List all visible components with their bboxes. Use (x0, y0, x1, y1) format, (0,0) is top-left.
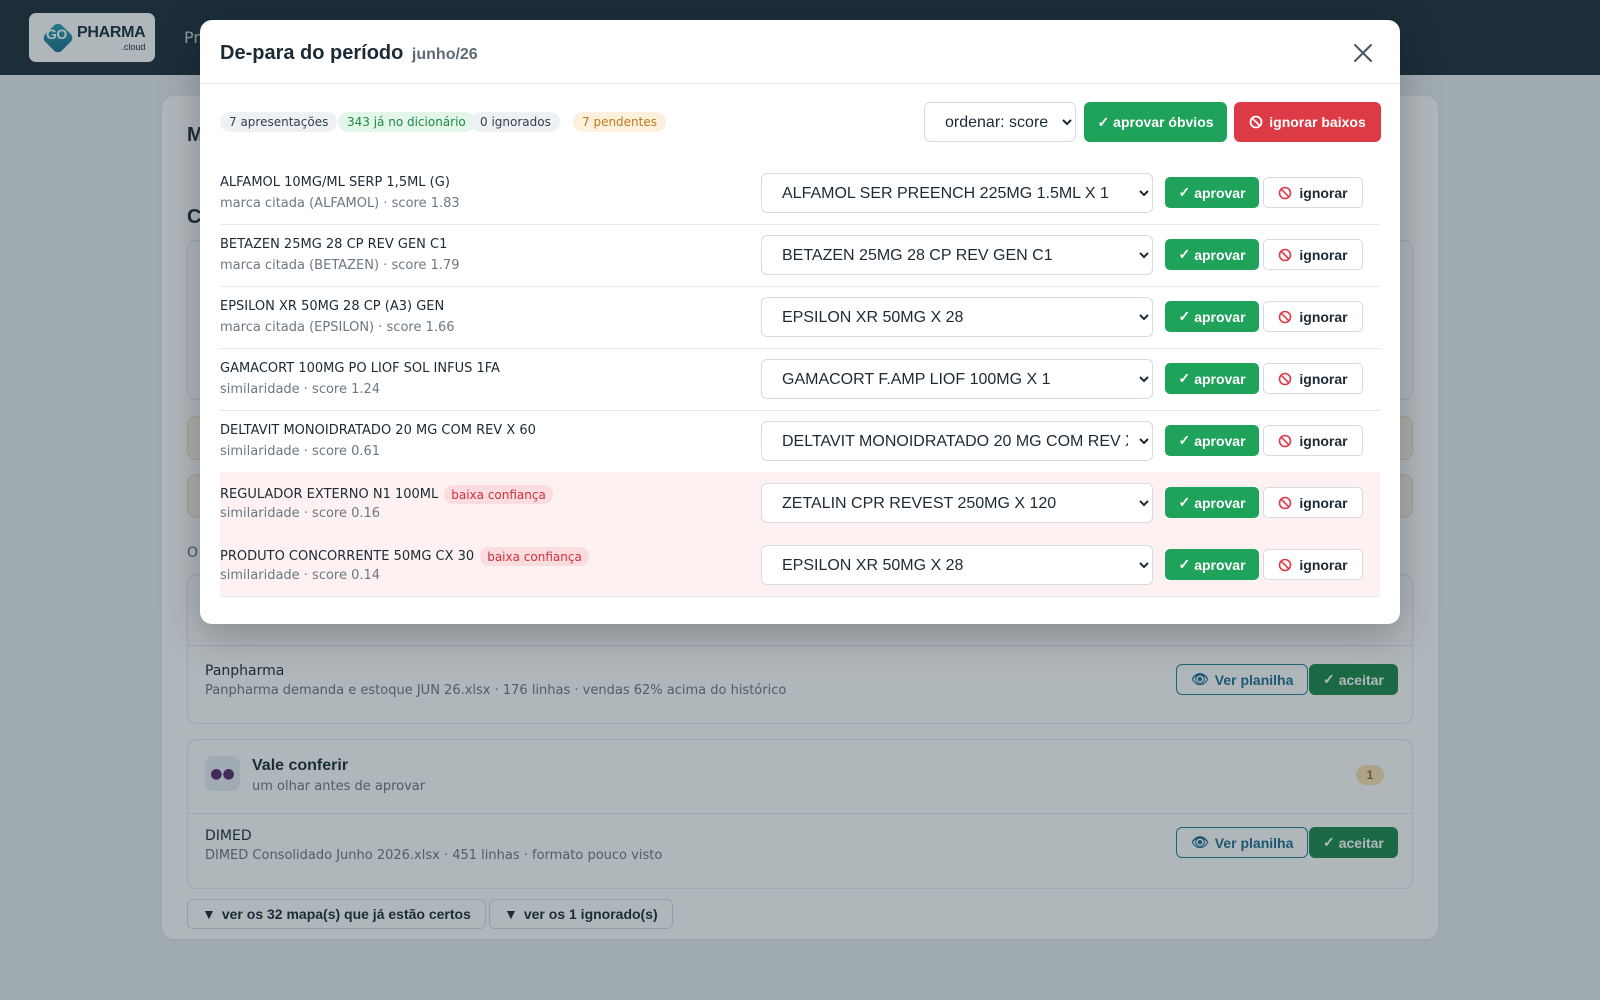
low-confidence-badge: baixa confiança (444, 485, 553, 504)
approve-button[interactable]: ✓ aprovar (1165, 239, 1259, 270)
presentations-chip: 7 apresentações (220, 112, 338, 132)
approve-obvious-button[interactable]: ✓ aprovar óbvios (1084, 102, 1227, 142)
ignore-button[interactable]: ignorar (1263, 301, 1363, 332)
check-icon: ✓ (1178, 556, 1191, 572)
check-icon: ✓ (1178, 370, 1191, 386)
approve-label: aprovar (1194, 246, 1246, 263)
modal-title: De-para do período junho/26 (220, 42, 478, 65)
check-icon: ✓ (1178, 184, 1191, 200)
modal-period: junho/26 (411, 46, 478, 63)
match-select[interactable]: GAMACORT F.AMP LIOF 100MG X 1 (761, 359, 1153, 399)
match-select[interactable]: EPSILON XR 50MG X 28 (761, 297, 1153, 337)
product-name: GAMACORT 100MG PO LIOF SOL INFUS 1FA (220, 361, 500, 376)
match-meta: similaridade · score 1.24 (220, 382, 381, 397)
ignore-button[interactable]: ignorar (1263, 177, 1363, 208)
dictionary-chip: 343 já no dicionário (338, 112, 475, 132)
approve-button[interactable]: ✓ aprovar (1165, 301, 1259, 332)
ignored-chip: 0 ignorados (471, 112, 560, 132)
check-icon: ✓ (1178, 308, 1191, 324)
approve-button[interactable]: ✓ aprovar (1165, 549, 1259, 580)
check-icon: ✓ (1097, 113, 1110, 130)
match-meta: similaridade · score 0.14 (220, 568, 381, 583)
mapping-row: REGULADOR EXTERNO N1 100ML baixa confian… (220, 472, 1380, 535)
sort-select[interactable]: ordenar: score (924, 102, 1076, 142)
match-select[interactable]: ALFAMOL SER PREENCH 225MG 1.5ML X 1 (761, 173, 1153, 213)
approve-obvious-label: aprovar óbvios (1113, 114, 1214, 130)
ignore-label: ignorar (1299, 494, 1348, 511)
approve-label: aprovar (1194, 308, 1246, 325)
approve-label: aprovar (1194, 370, 1246, 387)
approve-button[interactable]: ✓ aprovar (1165, 363, 1259, 394)
ignore-label: ignorar (1299, 370, 1348, 387)
approve-label: aprovar (1194, 184, 1246, 201)
ignore-label: ignorar (1299, 184, 1348, 201)
approve-button[interactable]: ✓ aprovar (1165, 425, 1259, 456)
ignore-low-button[interactable]: ignorar baixos (1234, 102, 1381, 142)
match-select[interactable]: ZETALIN CPR REVEST 250MG X 120 (761, 483, 1153, 523)
match-meta: similaridade · score 0.16 (220, 506, 381, 521)
match-meta: similaridade · score 0.61 (220, 444, 381, 459)
mapping-row: ALFAMOL 10MG/ML SERP 1,5ML (G) marca cit… (220, 162, 1380, 225)
match-meta: marca citada (EPSILON) · score 1.66 (220, 320, 455, 335)
prohibited-icon (1279, 496, 1292, 509)
product-name: EPSILON XR 50MG 28 CP (A3) GEN (220, 299, 445, 314)
match-meta: marca citada (BETAZEN) · score 1.79 (220, 258, 460, 273)
ignore-button[interactable]: ignorar (1263, 425, 1363, 456)
match-select[interactable]: BETAZEN 25MG 28 CP REV GEN C1 (761, 235, 1153, 275)
approve-label: aprovar (1194, 556, 1246, 573)
approve-button[interactable]: ✓ aprovar (1165, 487, 1259, 518)
mapping-row: GAMACORT 100MG PO LIOF SOL INFUS 1FA sim… (220, 348, 1380, 411)
ignore-label: ignorar (1299, 432, 1348, 449)
mapping-row: DELTAVIT MONOIDRATADO 20 MG COM REV X 60… (220, 410, 1380, 473)
product-name: PRODUTO CONCORRENTE 50MG CX 30 (220, 549, 475, 564)
check-icon: ✓ (1178, 494, 1191, 510)
check-icon: ✓ (1178, 432, 1191, 448)
product-name: DELTAVIT MONOIDRATADO 20 MG COM REV X 60 (220, 423, 536, 438)
prohibited-icon (1279, 186, 1292, 199)
ignore-label: ignorar (1299, 308, 1348, 325)
match-meta: marca citada (ALFAMOL) · score 1.83 (220, 196, 460, 211)
close-icon (1354, 44, 1372, 62)
prohibited-icon (1249, 115, 1263, 129)
approve-label: aprovar (1194, 432, 1246, 449)
low-confidence-badge: baixa confiança (480, 547, 589, 566)
mapping-row: EPSILON XR 50MG 28 CP (A3) GEN marca cit… (220, 286, 1380, 349)
pending-chip: 7 pendentes (573, 112, 666, 132)
prohibited-icon (1279, 434, 1292, 447)
match-select[interactable]: DELTAVIT MONOIDRATADO 20 MG COM REV X 60 (761, 421, 1153, 461)
product-name: BETAZEN 25MG 28 CP REV GEN C1 (220, 237, 448, 252)
prohibited-icon (1279, 558, 1292, 571)
approve-label: aprovar (1194, 494, 1246, 511)
prohibited-icon (1279, 310, 1292, 323)
match-select[interactable]: EPSILON XR 50MG X 28 (761, 545, 1153, 585)
prohibited-icon (1279, 372, 1292, 385)
product-name: ALFAMOL 10MG/ML SERP 1,5ML (G) (220, 175, 450, 190)
check-icon: ✓ (1178, 246, 1191, 262)
product-name: REGULADOR EXTERNO N1 100ML (220, 487, 439, 502)
ignore-button[interactable]: ignorar (1263, 487, 1363, 518)
modal-header: De-para do período junho/26 (200, 20, 1400, 84)
approve-button[interactable]: ✓ aprovar (1165, 177, 1259, 208)
ignore-button[interactable]: ignorar (1263, 549, 1363, 580)
mapping-row: PRODUTO CONCORRENTE 50MG CX 30 baixa con… (220, 534, 1380, 597)
mapping-modal: De-para do período junho/26 7 apresentaç… (200, 20, 1400, 624)
prohibited-icon (1279, 248, 1292, 261)
ignore-button[interactable]: ignorar (1263, 239, 1363, 270)
ignore-low-label: ignorar baixos (1269, 114, 1366, 130)
close-button[interactable] (1350, 40, 1376, 66)
ignore-label: ignorar (1299, 246, 1348, 263)
ignore-label: ignorar (1299, 556, 1348, 573)
ignore-button[interactable]: ignorar (1263, 363, 1363, 394)
mapping-row: BETAZEN 25MG 28 CP REV GEN C1 marca cita… (220, 224, 1380, 287)
modal-title-text: De-para do período (220, 42, 404, 64)
